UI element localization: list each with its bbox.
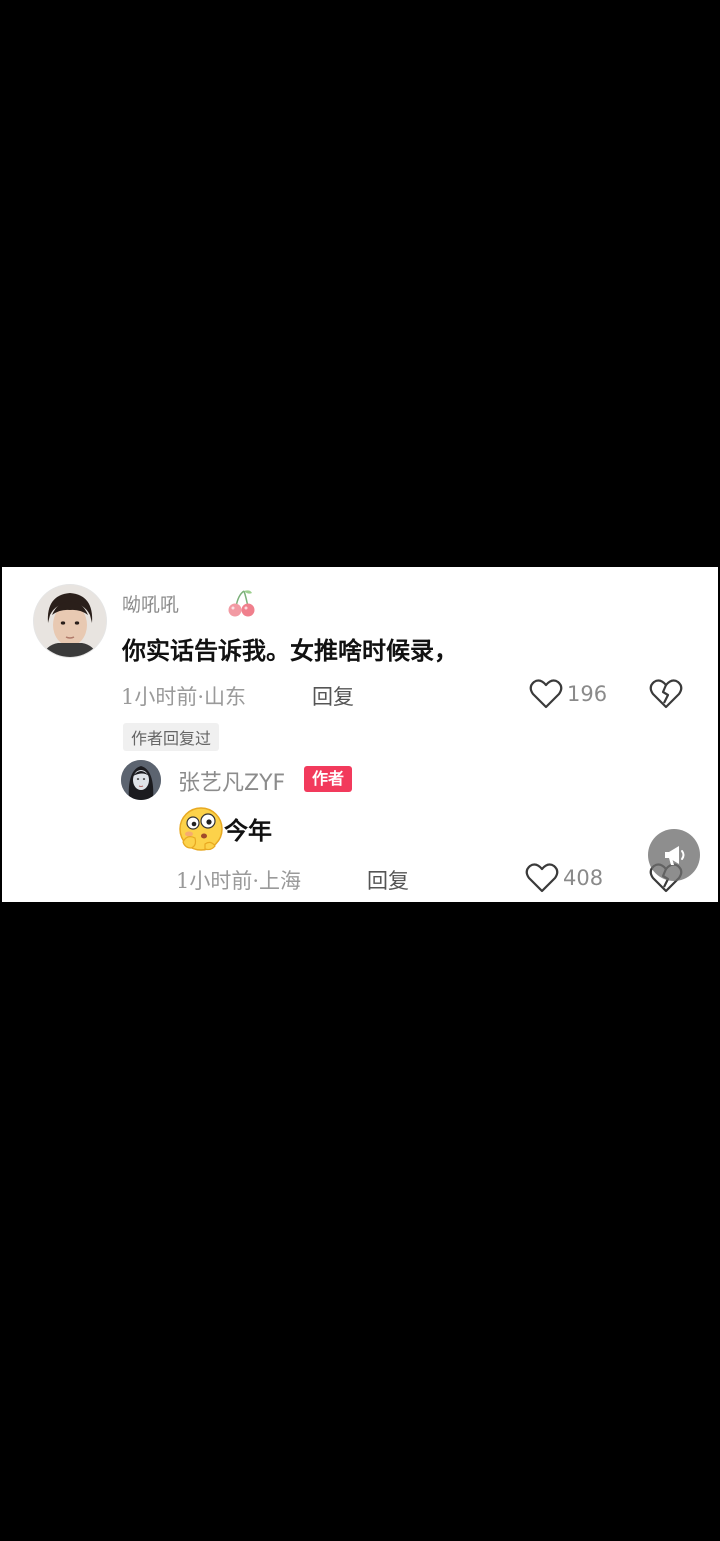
- reply-like-button[interactable]: 408: [525, 863, 603, 893]
- megaphone-icon: [665, 846, 685, 865]
- heart-icon: [525, 863, 559, 893]
- thinking-face-emoji-icon: [177, 804, 225, 856]
- author-username[interactable]: 张艺凡ZYF: [178, 765, 285, 797]
- broken-heart-icon: [649, 679, 683, 709]
- cherry-icon: [226, 587, 256, 623]
- reply-to-reply-button[interactable]: 回复: [367, 865, 409, 895]
- reply-text: 今年: [224, 816, 272, 845]
- like-count: 196: [567, 682, 608, 706]
- author-avatar[interactable]: [121, 760, 161, 800]
- commenter-avatar[interactable]: [34, 585, 106, 657]
- reply-like-count: 408: [563, 866, 604, 890]
- reply-button[interactable]: 回复: [312, 681, 354, 711]
- author-replied-tag[interactable]: 作者回复过: [123, 723, 220, 751]
- dislike-button[interactable]: [649, 679, 683, 713]
- comment-meta: 1小时前·山东: [121, 685, 247, 709]
- comment-card: 呦吼吼 你实话告诉我。女推啥时候录， 1小时前·山东 回复 196 作者回复过: [2, 567, 718, 902]
- heart-icon: [529, 679, 563, 709]
- floating-action-button[interactable]: [648, 829, 700, 881]
- reply-meta: 1小时前·上海: [176, 869, 302, 893]
- commenter-username[interactable]: 呦吼吼: [122, 590, 179, 617]
- like-button[interactable]: 196: [529, 679, 607, 709]
- comment-text: 你实话告诉我。女推啥时候录，: [122, 636, 458, 665]
- author-badge: 作者: [304, 766, 353, 792]
